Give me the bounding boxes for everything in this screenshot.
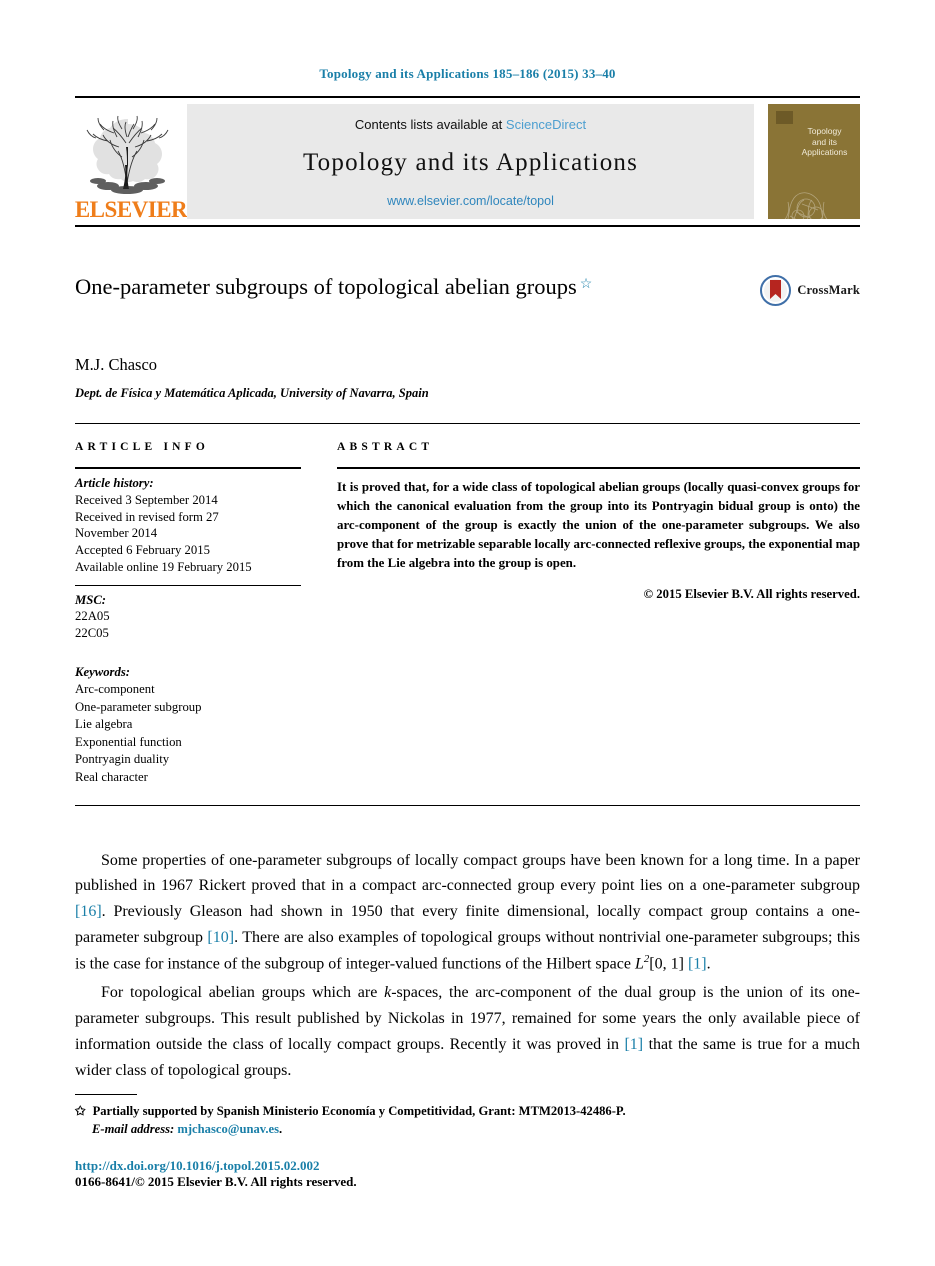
para2-segment-a: For topological abelian groups which are	[101, 984, 385, 1002]
cover-artwork	[784, 192, 828, 219]
elsevier-logo: ELSEVIER	[74, 98, 188, 225]
abstract-text: It is proved that, for a wide class of t…	[337, 480, 860, 570]
article-info-heading: ARTICLE INFO	[75, 441, 210, 453]
math-interval: [0, 1]	[649, 955, 688, 973]
history-item: Available online 19 February 2015	[75, 559, 252, 574]
author-name: M.J. Chasco	[75, 355, 158, 374]
cover-title-line-1: Topology	[807, 126, 842, 136]
crossmark-label: CrossMark	[797, 283, 860, 297]
info-bottom-rule	[75, 804, 860, 806]
abstract-copyright: © 2015 Elsevier B.V. All rights reserved…	[643, 586, 860, 601]
msc-label: MSC:	[75, 592, 107, 607]
citation-1b[interactable]: [1]	[624, 1036, 643, 1053]
para1-segment-a: Some properties of one-parameter subgrou…	[75, 851, 860, 895]
running-head: Topology and its Applications 185–186 (2…	[319, 66, 616, 81]
keyword-item: Lie algebra	[75, 717, 133, 732]
doi-link[interactable]: http://dx.doi.org/10.1016/j.topol.2015.0…	[75, 1158, 860, 1174]
page-title: One-parameter subgroups of topological a…	[75, 274, 577, 299]
msc-block: MSC: 22A05 22C05	[75, 584, 301, 642]
info-abstract-region: ARTICLE INFO Article history: Received 3…	[75, 423, 860, 787]
citation-16[interactable]: [16]	[75, 903, 102, 920]
cover-title-line-3: Applications	[801, 147, 848, 158]
contents-available-line: Contents lists available at ScienceDirec…	[355, 117, 586, 132]
journal-masthead: ELSEVIER Contents lists available at Sci…	[75, 96, 860, 227]
article-history-label: Article history:	[75, 476, 154, 490]
keyword-item: Pontryagin duality	[75, 752, 170, 767]
history-item: Received in revised form 27	[75, 509, 219, 524]
funding-footnote: ✩ Partially supported by Spanish Minister…	[75, 1102, 860, 1120]
citation-1a[interactable]: [1]	[688, 955, 707, 972]
footnote-star-icon: ✩	[75, 1103, 86, 1118]
sciencedirect-link[interactable]: ScienceDirect	[506, 117, 586, 132]
math-L: L	[634, 955, 644, 973]
journal-homepage-link[interactable]: www.elsevier.com/locate/topol	[387, 194, 554, 208]
history-item: Accepted 6 February 2015	[75, 543, 210, 558]
history-item: November 2014	[75, 526, 158, 541]
msc-code: 22A05	[75, 609, 110, 624]
author-affiliation: Dept. de Física y Matemática Aplicada, U…	[75, 386, 429, 400]
masthead-center-panel: Contents lists available at ScienceDirec…	[187, 104, 754, 219]
page-footer: ✩ Partially supported by Spanish Minister…	[75, 1093, 860, 1191]
keyword-item: Exponential function	[75, 734, 182, 749]
journal-title: Topology and its Applications	[302, 149, 639, 176]
issn-copyright-line: 0166-8641/© 2015 Elsevier B.V. All right…	[75, 1174, 357, 1189]
abstract-column: ABSTRACT It is proved that, for a wide c…	[337, 441, 860, 787]
body-paragraph-2: For topological abelian groups which are…	[75, 980, 860, 1084]
crossmark-icon	[760, 275, 792, 306]
keywords-block: Keywords: Arc-component One-parameter su…	[75, 664, 301, 787]
para1-segment-d: .	[706, 955, 711, 973]
email-period: .	[279, 1121, 283, 1136]
keyword-item: One-parameter subgroup	[75, 699, 202, 714]
title-footnote-star-icon[interactable]: ☆	[580, 277, 593, 292]
funding-text: Partially supported by Spanish Ministeri…	[92, 1103, 626, 1118]
keywords-label: Keywords:	[75, 664, 130, 679]
footnote-rule	[75, 1093, 137, 1095]
body-text: Some properties of one-parameter subgrou…	[75, 848, 860, 1084]
msc-code: 22C05	[75, 626, 109, 641]
elsevier-tree-icon	[86, 115, 169, 194]
cover-elsevier-icon	[776, 111, 793, 124]
author-email-link[interactable]: mjchasco@unav.es	[177, 1122, 279, 1136]
history-item: Received 3 September 2014	[75, 492, 218, 507]
cover-title-line-2: and its	[811, 136, 838, 147]
journal-cover-thumbnail[interactable]: Topology and its Applications	[768, 104, 860, 219]
cover-title: Topology and its Applications	[794, 126, 855, 158]
elsevier-wordmark: ELSEVIER	[74, 197, 188, 222]
article-info-column: ARTICLE INFO Article history: Received 3…	[75, 441, 301, 787]
contents-prefix: Contents lists available at	[354, 117, 506, 132]
citation-10[interactable]: [10]	[207, 929, 234, 946]
keyword-item: Arc-component	[75, 682, 155, 697]
keyword-item: Real character	[75, 769, 148, 784]
title-block: One-parameter subgroups of topological a…	[75, 273, 860, 329]
body-paragraph-1: Some properties of one-parameter subgrou…	[75, 848, 860, 978]
article-page: Topology and its Applications 185–186 (2…	[0, 0, 935, 1266]
article-history-block: Article history: Received 3 September 20…	[75, 469, 301, 576]
abstract-heading: ABSTRACT	[337, 441, 434, 453]
email-footnote: E-mail address: mjchasco@unav.es.	[75, 1120, 860, 1138]
email-label: E-mail address:	[92, 1121, 175, 1136]
crossmark-badge[interactable]: CrossMark	[760, 275, 860, 306]
